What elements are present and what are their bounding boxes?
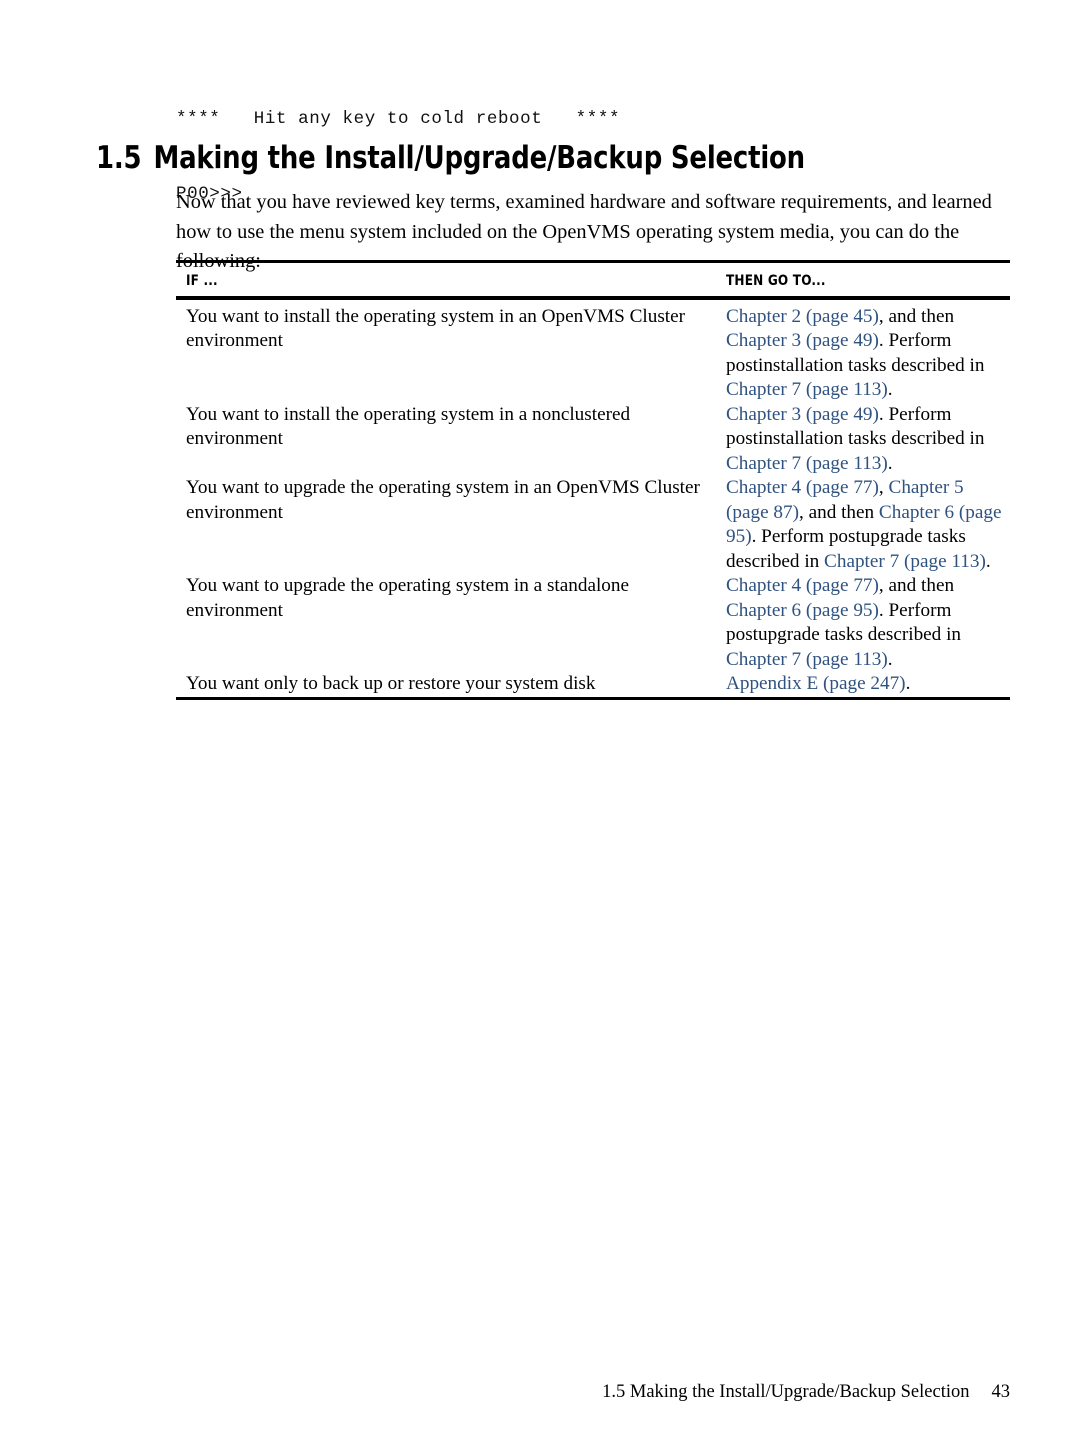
cross-reference-link[interactable]: Chapter 3 (page 49): [726, 330, 879, 351]
table-row: You want to upgrade the operating system…: [176, 476, 1010, 574]
cell-action: Chapter 4 (page 77), and then Chapter 6 …: [726, 574, 1010, 672]
cell-condition: You want only to back up or restore your…: [186, 673, 596, 694]
cross-reference-link[interactable]: Chapter 2 (page 45): [726, 306, 879, 327]
table-body: You want to install the operating system…: [176, 300, 1010, 697]
cross-reference-link[interactable]: Chapter 4 (page 77): [726, 575, 879, 596]
cell-condition: You want to install the operating system…: [186, 403, 631, 450]
column-header-then-go-to: THEN GO TO...: [726, 272, 826, 289]
cell-action-text: .: [985, 550, 991, 572]
decision-table: IF ... THEN GO TO... You want to install…: [176, 260, 1010, 700]
cell-action-text: .: [905, 673, 911, 694]
cell-action-text: , and then: [798, 501, 879, 523]
cell-action-text: , and then: [878, 305, 955, 327]
cell-condition: You want to install the operating system…: [186, 305, 686, 352]
footer-page-number: 43: [991, 1382, 1011, 1402]
cell-action-text: .: [887, 648, 893, 670]
cell-action-text: ,: [878, 477, 889, 498]
table-header-row: IF ... THEN GO TO...: [176, 263, 1010, 296]
column-header-if: IF ...: [186, 272, 218, 289]
table-row: You want to install the operating system…: [176, 305, 1010, 403]
cell-action-text: .: [887, 452, 893, 474]
table-row: You want to upgrade the operating system…: [176, 574, 1010, 672]
cell-action: Appendix E (page 247).: [726, 672, 1010, 697]
document-page: **** Hit any key to cold reboot **** P00…: [0, 0, 1080, 1438]
cell-action: Chapter 4 (page 77), Chapter 5 (page 87)…: [726, 476, 1010, 574]
section-heading: 1.5 Making the Install/Upgrade/Backup Sel…: [96, 140, 952, 176]
cell-action-text: .: [887, 379, 893, 400]
cell-action-text: , and then: [878, 575, 955, 596]
cell-condition: You want to upgrade the operating system…: [186, 477, 700, 523]
cross-reference-link[interactable]: Chapter 3 (page 49): [726, 404, 879, 425]
footer-running-title: 1.5 Making the Install/Upgrade/Backup Se…: [602, 1382, 970, 1402]
cross-reference-link[interactable]: Chapter 7 (page 113): [726, 649, 888, 670]
cell-action: Chapter 2 (page 45), and then Chapter 3 …: [726, 305, 1010, 403]
section-number: 1.5: [96, 139, 142, 176]
cross-reference-link[interactable]: Chapter 7 (page 113): [726, 379, 888, 400]
console-line-reboot-prompt: **** Hit any key to cold reboot ****: [176, 109, 621, 129]
cross-reference-link[interactable]: Chapter 7 (page 113): [726, 453, 888, 474]
cell-condition: You want to upgrade the operating system…: [186, 575, 630, 621]
cell-action: Chapter 3 (page 49). Perform postinstall…: [726, 403, 1010, 477]
cross-reference-link[interactable]: Chapter 4 (page 77): [726, 477, 879, 498]
table-row: You want to install the operating system…: [176, 403, 1010, 477]
table-row: You want only to back up or restore your…: [176, 672, 1010, 697]
section-title: Making the Install/Upgrade/Backup Select…: [153, 139, 805, 176]
table-bottom-rule: [176, 696, 1010, 700]
cross-reference-link[interactable]: Chapter 6 (page 95): [726, 600, 879, 621]
cross-reference-link[interactable]: Chapter 7 (page 113): [824, 551, 986, 572]
cross-reference-link[interactable]: Appendix E (page 247): [726, 673, 906, 694]
page-footer: 1.5 Making the Install/Upgrade/Backup Se…: [0, 1382, 1010, 1403]
